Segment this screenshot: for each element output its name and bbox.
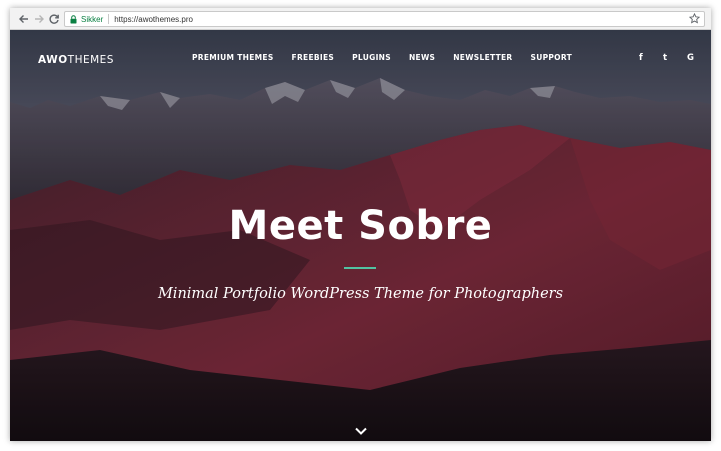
chevron-down-icon[interactable] [354,423,368,435]
facebook-icon[interactable]: f [639,53,643,63]
google-icon[interactable]: G [687,53,694,63]
logo-text-bold: AWO [38,54,68,66]
hero-section: AWOTHEMES PREMIUM THEMES FREEBIES PLUGIN… [10,30,711,441]
url-text[interactable]: https://awothemes.pro [114,15,193,24]
main-navigation: PREMIUM THEMES FREEBIES PLUGINS NEWS NEW… [192,53,590,62]
browser-toolbar: Sikker https://awothemes.pro [10,8,711,30]
logo-text-regular: THEMES [67,54,114,66]
address-divider [108,14,110,24]
site-logo[interactable]: AWOTHEMES [38,54,114,66]
secure-label: Sikker [81,14,104,24]
back-arrow-icon[interactable] [16,11,32,27]
nav-premium-themes[interactable]: PREMIUM THEMES [192,53,274,62]
social-links: f t G [621,53,711,65]
twitter-icon[interactable]: t [663,53,667,63]
nav-support[interactable]: SUPPORT [531,53,573,62]
address-bar[interactable]: Sikker https://awothemes.pro [64,11,705,27]
forward-arrow-icon[interactable] [31,11,47,27]
bookmark-star-icon[interactable] [688,12,701,26]
browser-window: Sikker https://awothemes.pro AWOTHEMES P… [10,8,711,441]
hero-divider [344,267,376,269]
nav-plugins[interactable]: PLUGINS [352,53,391,62]
nav-news[interactable]: NEWS [409,53,435,62]
hero-subtitle: Minimal Portfolio WordPress Theme for Ph… [157,286,564,302]
nav-freebies[interactable]: FREEBIES [292,53,335,62]
reload-icon[interactable] [46,11,62,27]
nav-newsletter[interactable]: NEWSLETTER [453,53,512,62]
hero-title: Meet Sobre [228,203,493,249]
lock-icon [70,14,77,24]
